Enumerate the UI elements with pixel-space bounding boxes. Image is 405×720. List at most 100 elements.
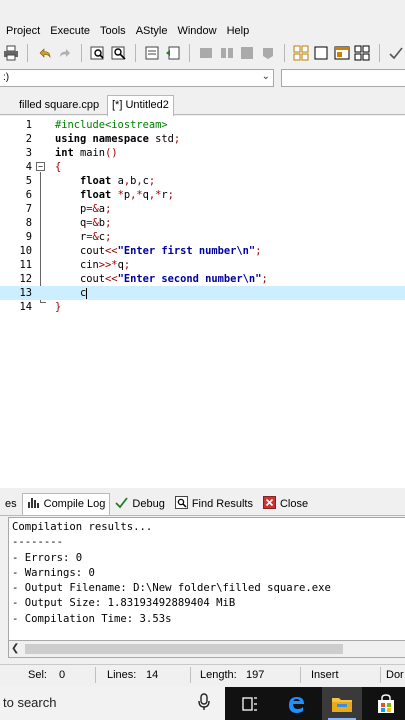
line-number: 6 <box>25 189 32 201</box>
code-line[interactable]: 13 c <box>0 286 405 300</box>
bottom-tab-label: Find Results <box>191 498 253 510</box>
line-number: 3 <box>25 147 32 159</box>
microphone-icon[interactable] <box>198 693 210 715</box>
layout-icon[interactable] <box>333 43 351 63</box>
tab-debug[interactable]: Debug <box>110 493 169 515</box>
find-icon[interactable] <box>89 43 107 63</box>
toolbar-separator <box>283 44 285 62</box>
store-icon[interactable] <box>366 687 405 720</box>
code-token: float <box>80 175 112 187</box>
tab-untitled2[interactable]: [*] Untitled2 <box>107 95 174 116</box>
task-view-icon[interactable] <box>230 687 270 720</box>
log-horizontal-scrollbar[interactable]: ❮ <box>8 641 405 658</box>
code-line[interactable]: 7 p=&a; <box>0 202 405 216</box>
menu-bar: Project Execute Tools AStyle Window Help <box>0 22 405 40</box>
code-token: ; <box>261 273 268 285</box>
menu-execute[interactable]: Execute <box>45 25 95 37</box>
code-text: using namespace std; <box>55 132 180 146</box>
menu-project[interactable]: Project <box>0 25 45 37</box>
menu-tools[interactable]: Tools <box>95 25 131 37</box>
code-line[interactable]: 10 cout<<"Enter first number\n"; <box>0 244 405 258</box>
menu-window[interactable]: Window <box>172 25 221 37</box>
sel-value: 0 <box>59 669 66 681</box>
bookmark-icon[interactable] <box>164 43 182 63</box>
code-line[interactable]: 1 #include<iostream> <box>0 118 405 132</box>
goto-icon[interactable] <box>143 43 161 63</box>
line-number: 2 <box>25 133 32 145</box>
code-token: using namespace <box>55 133 149 145</box>
tiles-icon[interactable] <box>353 43 371 63</box>
code-line[interactable]: 9 r=&c; <box>0 230 405 244</box>
code-line[interactable]: 11 cin>>*q; <box>0 258 405 272</box>
menu-help[interactable]: Help <box>222 25 255 37</box>
tab-compile-log[interactable]: Compile Log <box>21 492 111 515</box>
compile-log-output[interactable]: Compilation results... -------- - Errors: … <box>8 517 405 641</box>
class-combo[interactable]: :) ⌄ <box>0 69 274 87</box>
code-token: ; <box>148 175 156 187</box>
line-number: 10 <box>19 245 32 257</box>
editor-tabs: filled square.cpp [*] Untitled2 <box>0 93 405 116</box>
status-extra: Dor <box>386 669 404 681</box>
bottom-tab-label: Debug <box>132 498 165 510</box>
taskbar-search-box[interactable]: to search <box>0 687 225 720</box>
log-line: - Warnings: 0 <box>12 566 95 579</box>
code-line[interactable]: 8 q=&b; <box>0 216 405 230</box>
insert-mode: Insert <box>311 669 339 681</box>
debug-icon[interactable] <box>258 43 276 63</box>
code-line[interactable]: 2 using namespace std; <box>0 132 405 146</box>
check-icon <box>115 496 129 512</box>
code-line[interactable]: 5 float a,b,c; <box>0 174 405 188</box>
function-combo[interactable] <box>281 69 405 87</box>
window-icon[interactable] <box>312 43 330 63</box>
code-token: "Enter second number\n" <box>117 273 262 285</box>
code-token: ; <box>105 231 112 243</box>
toolbar-separator <box>27 44 29 62</box>
code-text: q=&b; <box>55 216 111 230</box>
code-editor[interactable]: − 1 #include<iostream> 2 using namespace st… <box>0 116 405 488</box>
code-line[interactable]: 12 cout<<"Enter second number\n"; <box>0 272 405 286</box>
code-line[interactable]: 4{ <box>0 160 405 174</box>
edge-icon[interactable] <box>276 687 316 720</box>
compile-icon[interactable] <box>197 43 215 63</box>
scroll-left-icon[interactable]: ❮ <box>11 643 19 654</box>
code-line[interactable]: 14} <box>0 300 405 314</box>
code-text: #include<iostream> <box>55 118 168 132</box>
chevron-down-icon[interactable]: ⌄ <box>262 71 270 82</box>
redo-icon[interactable] <box>56 43 74 63</box>
code-line[interactable]: 6 float *p,*q,*r; <box>0 188 405 202</box>
chart-icon <box>27 496 40 512</box>
undo-icon[interactable] <box>35 43 53 63</box>
line-number: 1 <box>25 119 32 131</box>
grid-icon[interactable] <box>292 43 310 63</box>
code-line[interactable]: 3 int main() <box>0 146 405 160</box>
toolbar <box>0 40 405 66</box>
run-icon[interactable] <box>217 43 235 63</box>
file-explorer-icon[interactable] <box>322 687 362 720</box>
code-token: #include<iostream> <box>55 119 168 131</box>
rebuild-icon[interactable] <box>238 43 256 63</box>
code-token: cin <box>55 259 99 271</box>
lines-label: Lines: <box>107 669 137 681</box>
code-token: { <box>55 161 62 173</box>
scrollbar-thumb[interactable] <box>25 644 343 654</box>
code-token: std <box>148 133 174 145</box>
tab-close[interactable]: Close <box>258 493 313 515</box>
tab-filled-square[interactable]: filled square.cpp <box>14 95 104 115</box>
code-token: () <box>105 147 118 159</box>
log-line: -------- <box>12 536 64 549</box>
toolbar-separator <box>378 44 380 62</box>
code-token: << <box>105 245 118 257</box>
code-text: cout<<"Enter first number\n"; <box>55 244 261 258</box>
log-line: - Output Filename: D:\New folder\filled … <box>12 582 331 595</box>
check-icon[interactable] <box>387 43 405 63</box>
log-line: Compilation results... <box>12 521 153 533</box>
tab-resources[interactable]: es <box>0 493 22 515</box>
code-token: ; <box>123 259 131 271</box>
toolbar-separator <box>81 44 83 62</box>
replace-icon[interactable] <box>110 43 128 63</box>
menu-astyle[interactable]: AStyle <box>131 25 173 37</box>
code-text: cout<<"Enter second number\n"; <box>55 272 268 286</box>
print-icon[interactable] <box>2 43 20 63</box>
tab-find-results[interactable]: Find Results <box>170 493 258 515</box>
